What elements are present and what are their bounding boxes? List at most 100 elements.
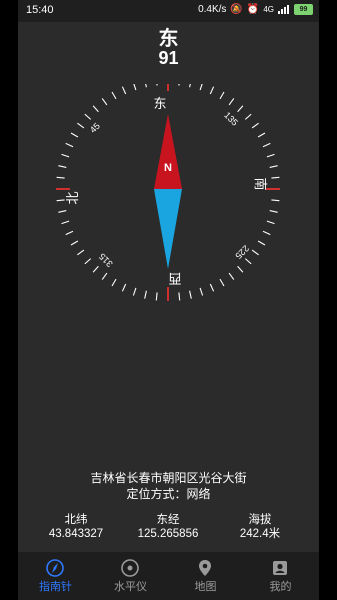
tab-compass-label: 指南针 [39, 581, 72, 593]
alarm-icon: ⏰ [246, 4, 260, 15]
compass-tick [65, 142, 74, 148]
location-method: 定位方式：网络 [126, 487, 211, 501]
compass-tick [228, 272, 235, 280]
needle-label: N [164, 162, 172, 174]
compass-tick [70, 132, 79, 138]
compass-tick [58, 165, 67, 168]
longitude-block: 东经 125.265856 [118, 513, 218, 541]
map-pin-icon [199, 560, 211, 576]
compass-tick [56, 199, 65, 202]
status-time: 15:40 [26, 4, 54, 16]
compass-tick [199, 84, 203, 91]
compass-tick [84, 113, 92, 120]
compass-tick [199, 287, 204, 296]
network-type: 4G [263, 5, 274, 14]
compass-icon [46, 559, 64, 577]
latitude-label: 北纬 [64, 514, 88, 526]
address-text: 吉林省长春市朝阳区光谷大街 [90, 471, 247, 485]
battery-icon: 99 [294, 4, 313, 15]
needle-south [154, 189, 182, 269]
cardinal-west: 西 [168, 271, 181, 286]
bottom-tab-bar: 指南针 水平仪 地图 我的 [18, 552, 319, 600]
compass-tick [189, 84, 191, 88]
altitude-value: 242.4米 [239, 528, 281, 540]
compass-tick [237, 105, 244, 113]
profile-icon [273, 561, 287, 575]
level-icon [121, 559, 139, 577]
compass-tick [121, 283, 127, 292]
degree-135: 135 [222, 110, 240, 128]
tab-compass[interactable]: 指南针 [18, 552, 93, 600]
latitude-block: 北纬 43.843327 [26, 513, 126, 541]
compass-tick [262, 142, 271, 148]
needle-north [154, 114, 182, 189]
compass-tick [58, 210, 67, 213]
compass-tick [77, 249, 85, 256]
compass-tick [61, 220, 70, 225]
compass-tick [266, 153, 275, 158]
compass-tick [133, 84, 137, 91]
mute-icon: 🔕 [230, 4, 243, 15]
compass-tick [92, 105, 99, 113]
compass-tick [271, 199, 280, 202]
altitude-block: 海拔 242.4米 [210, 513, 310, 541]
location-info: 吉林省长春市朝阳区光谷大街 定位方式：网络 [18, 470, 319, 502]
latitude-value: 43.843327 [48, 528, 104, 540]
longitude-value: 125.265856 [137, 528, 199, 540]
compass-tick [257, 240, 266, 246]
compass-tick [56, 176, 65, 179]
tab-level-label: 水平仪 [114, 581, 147, 593]
degree-315: 315 [97, 251, 115, 269]
cardinal-north: 北 [65, 191, 80, 204]
compass-tick [209, 86, 215, 95]
compass-tick [269, 210, 278, 213]
app-screen: 15:40 0.4K/s 🔕 ⏰ 4G 99 东 91 东 南 西 北 45 1… [18, 0, 319, 600]
signal-icon [278, 5, 290, 14]
compass-tick [145, 84, 147, 88]
status-bar: 15:40 0.4K/s 🔕 ⏰ 4G 99 [18, 0, 319, 22]
cardinal-east: 东 [153, 96, 166, 111]
status-icons: 0.4K/s 🔕 ⏰ 4G 99 [198, 4, 313, 15]
compass-tick [132, 287, 137, 296]
heading-degrees: 91 [158, 48, 179, 68]
compass-tick [257, 132, 266, 138]
longitude-label: 东经 [156, 514, 180, 526]
compass-tick [251, 122, 259, 129]
compass-tick [262, 230, 271, 236]
tab-profile[interactable]: 我的 [243, 552, 318, 600]
compass-tick [144, 290, 147, 299]
compass-tick [266, 220, 275, 225]
compass-tick [244, 258, 252, 265]
compass-tick [84, 258, 92, 265]
compass-tick [228, 98, 235, 106]
compass-tick [219, 91, 225, 100]
compass-tick [111, 278, 117, 287]
coordinates-panel: 北纬 43.843327 东经 125.265856 海拔 242.4米 [18, 513, 319, 547]
compass-tick [209, 283, 215, 292]
degree-45: 45 [88, 121, 102, 135]
compass-tick [189, 290, 192, 299]
compass-tick [65, 230, 74, 236]
cardinal-south: 南 [253, 177, 268, 190]
compass-tick [178, 84, 180, 86]
compass-tick [271, 176, 280, 179]
compass-tick [101, 272, 108, 280]
compass-tick [178, 292, 181, 301]
tab-map[interactable]: 地图 [168, 552, 243, 600]
compass-tick [155, 292, 158, 301]
compass-tick [244, 113, 252, 120]
tab-map-label: 地图 [194, 581, 217, 593]
compass-tick [61, 153, 70, 158]
tab-level[interactable]: 水平仪 [93, 552, 168, 600]
compass-tick [121, 86, 127, 95]
degree-225: 225 [233, 243, 251, 261]
compass-tick [77, 122, 85, 129]
compass-tick [156, 84, 158, 86]
compass-tick [92, 265, 99, 273]
altitude-label: 海拔 [248, 514, 272, 526]
compass-tick [70, 240, 79, 246]
direction-label: 东 [158, 28, 179, 50]
compass-tick [251, 249, 259, 256]
compass-tick [101, 98, 108, 106]
compass-tick [219, 278, 225, 287]
